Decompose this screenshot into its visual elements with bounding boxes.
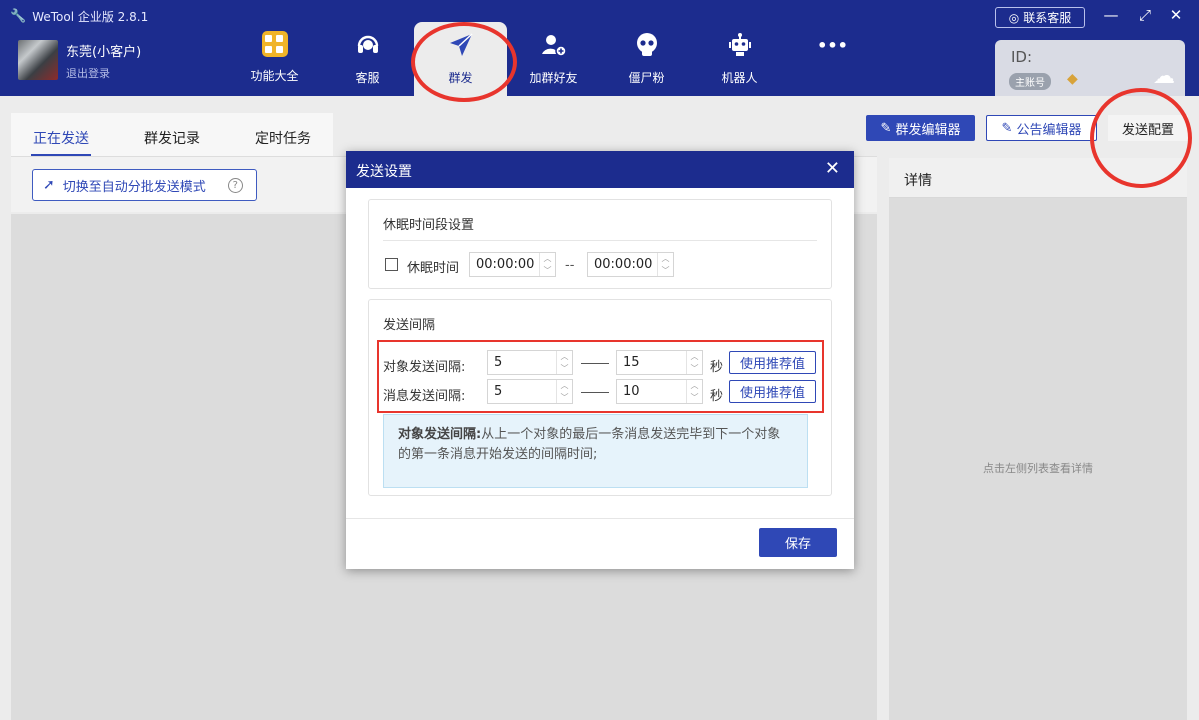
headset-icon [354, 31, 382, 59]
tab-send-records[interactable]: 群发记录 [111, 113, 233, 156]
wrench-icon: 🔧 [10, 9, 27, 24]
annotation-box-intervals [377, 340, 824, 413]
edit-icon: ✎ [880, 120, 892, 136]
nav-robot[interactable]: 机器人 [693, 22, 786, 96]
nav-more[interactable]: ••• [786, 22, 879, 96]
interval-section-title: 发送间隔 [383, 318, 436, 333]
user-profile: 东莞(小客户) 退出登录 [18, 40, 141, 81]
account-card: ID: 主账号 ◆ ☁ [995, 40, 1185, 96]
more-icon: ••• [817, 35, 848, 55]
tab-sending[interactable]: 正在发送 [11, 113, 111, 156]
close-window-icon[interactable]: ✕ [1166, 6, 1186, 24]
divider [383, 240, 817, 241]
nav-customer-service[interactable]: 客服 [321, 22, 414, 96]
app-header: 🔧 WeTool 企业版 2.8.1 ◎ 联系客服 — ⤢ ✕ 东莞(小客户) … [0, 0, 1199, 96]
nav-add-friends[interactable]: 加群好友 [507, 22, 600, 96]
help-icon[interactable]: ? [227, 177, 243, 193]
time-stepper[interactable]: ︿ ﹀ [539, 253, 555, 276]
sleep-start-time[interactable]: 00:00:00 ︿ ﹀ [469, 252, 556, 277]
logout-link[interactable]: 退出登录 [66, 65, 141, 81]
nav-customer-service-label: 客服 [355, 71, 380, 85]
app-title-text: WeTool 企业版 2.8.1 [32, 10, 149, 24]
time-stepper[interactable]: ︿ ﹀ [657, 253, 673, 276]
nav-add-friends-label: 加群好友 [529, 71, 578, 85]
contact-support-label: 联系客服 [1023, 11, 1072, 25]
nav-features[interactable]: 功能大全 [228, 22, 321, 96]
diamond-icon: ◆ [1067, 71, 1078, 87]
nav-zombie-fans-label: 僵尸粉 [628, 71, 665, 85]
main-account-badge: 主账号 [1009, 73, 1051, 90]
mass-send-editor-button[interactable]: ✎ 群发编辑器 [866, 115, 975, 141]
interval-info-box: 对象发送间隔:从上一个对象的最后一条消息发送完毕到下一个对象的第一条消息开始发送… [383, 414, 808, 488]
mass-send-editor-label: 群发编辑器 [895, 122, 961, 138]
notice-editor-label: 公告编辑器 [1016, 122, 1082, 138]
minimize-icon[interactable]: — [1101, 6, 1121, 24]
save-button[interactable]: 保存 [759, 528, 837, 557]
notice-editor-button[interactable]: ✎ 公告编辑器 [986, 115, 1097, 141]
annotation-circle-config [1090, 88, 1192, 188]
nav-features-label: 功能大全 [250, 69, 299, 83]
app-title: 🔧 WeTool 企业版 2.8.1 [10, 8, 148, 25]
maximize-icon[interactable]: ⤢ [1135, 6, 1155, 24]
cloud-icon[interactable]: ☁ [1153, 64, 1175, 89]
time-separator: -- [565, 258, 575, 273]
contact-support-button[interactable]: ◎ 联系客服 [995, 7, 1085, 28]
auto-batch-mode-label: 切换至自动分批发送模式 [62, 179, 206, 195]
sleep-end-time[interactable]: 00:00:00 ︿ ﹀ [587, 252, 674, 277]
footer-divider [346, 518, 854, 519]
details-panel: 详情 点击左侧列表查看详情 [889, 158, 1187, 720]
tab-scheduled-tasks[interactable]: 定时任务 [233, 113, 333, 156]
arrow-up-right-icon: ➚ [43, 177, 55, 193]
close-icon[interactable]: ✕ [825, 158, 840, 179]
add-user-icon [540, 31, 568, 59]
nav-zombie-fans[interactable]: 僵尸粉 [600, 22, 693, 96]
sleep-section-title: 休眠时间段设置 [383, 218, 475, 233]
main-nav: 功能大全 客服 群发 加群好友 僵尸粉 机器人 ••• [228, 22, 879, 96]
dialog-title: 发送设置 [356, 164, 412, 180]
sleep-start-value: 00:00:00 [476, 257, 535, 272]
grid-icon [261, 31, 288, 57]
annotation-circle-nav [411, 22, 517, 102]
sleep-checkbox-label: 休眠时间 [407, 261, 460, 276]
skull-icon [633, 31, 661, 59]
info-term: 对象发送间隔: [398, 427, 482, 442]
headset-small-icon: ◎ [1008, 10, 1020, 25]
sleep-section: 休眠时间段设置 休眠时间 00:00:00 ︿ ﹀ -- 00:00:00 ︿ ﹀ [368, 199, 832, 289]
account-id-label: ID: [1011, 48, 1033, 66]
dialog-header: 发送设置 ✕ [346, 151, 854, 188]
robot-icon [726, 31, 754, 59]
edit-icon: ✎ [1001, 120, 1013, 136]
left-tabs: 正在发送 群发记录 定时任务 [11, 113, 333, 156]
details-hint: 点击左侧列表查看详情 [983, 462, 1093, 475]
user-name: 东莞(小客户) [66, 45, 142, 60]
auto-batch-mode-button[interactable]: ➚ 切换至自动分批发送模式 ? [32, 169, 257, 201]
sleep-checkbox[interactable] [385, 258, 398, 271]
nav-robot-label: 机器人 [721, 71, 758, 85]
sleep-end-value: 00:00:00 [594, 257, 653, 272]
avatar[interactable] [18, 40, 58, 80]
